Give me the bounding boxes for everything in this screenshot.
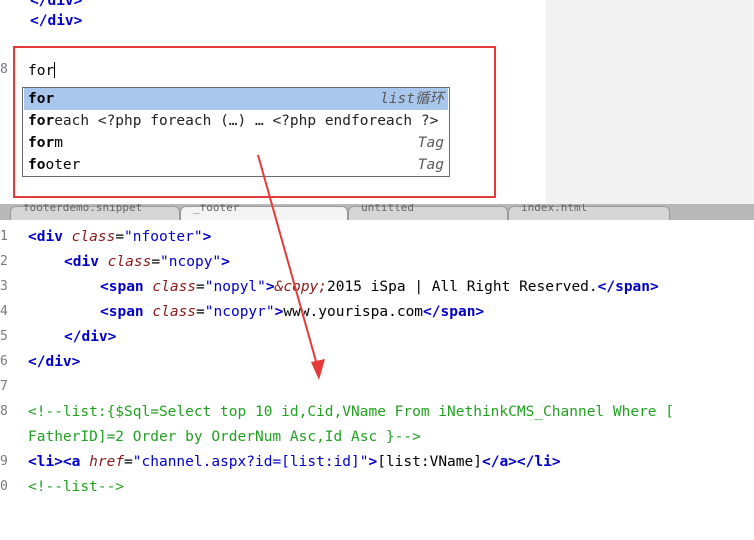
annotation-arrow-icon <box>257 154 325 380</box>
